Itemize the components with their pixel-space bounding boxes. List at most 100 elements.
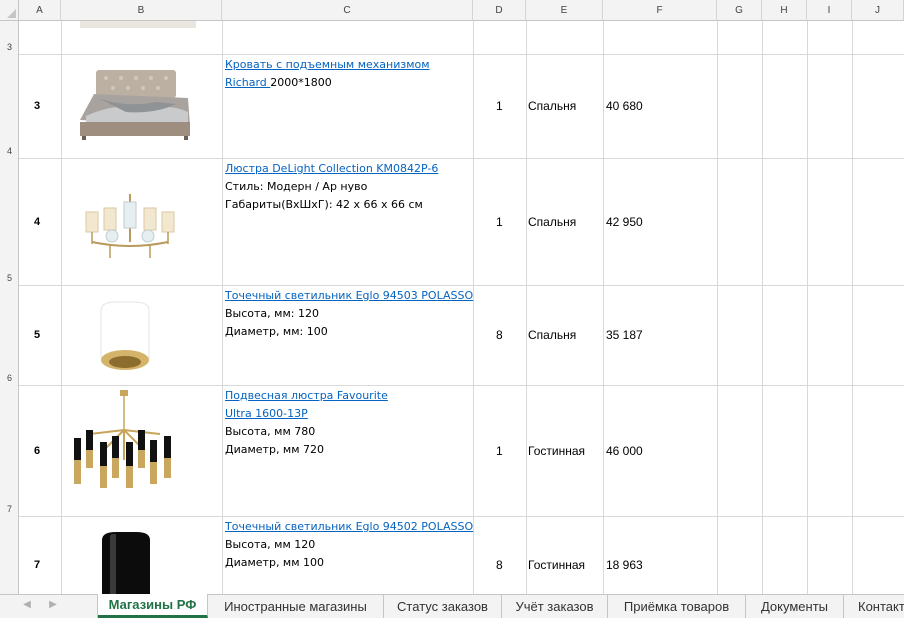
column-label: C: [343, 4, 351, 16]
column-label: D: [495, 4, 503, 16]
column-header-d[interactable]: D: [473, 0, 526, 21]
column-header-g[interactable]: G: [717, 0, 762, 21]
room-cell[interactable]: Спальня: [528, 215, 576, 229]
grid-line: [19, 285, 904, 286]
column-label: B: [137, 4, 145, 16]
tab-dokumenty[interactable]: Документы: [746, 595, 844, 618]
row-number-cell[interactable]: 5: [34, 329, 40, 341]
price-cell[interactable]: 46 000: [606, 444, 643, 458]
tab-uchet-zakazov[interactable]: Учёт заказов: [502, 595, 608, 618]
tab-label: Документы: [760, 599, 828, 614]
row-header[interactable]: 5: [0, 273, 19, 283]
product-link[interactable]: Люстра DeLight Collection KM0842P-6: [225, 162, 438, 175]
column-header-a[interactable]: A: [19, 0, 61, 21]
tab-magaziny-rf[interactable]: Магазины РФ: [98, 594, 208, 618]
grid-line: [762, 21, 763, 594]
grid-line: [222, 21, 223, 594]
tab-label: Иностранные магазины: [224, 599, 367, 614]
room-cell[interactable]: Гостинная: [528, 558, 585, 572]
product-height: Высота, мм: 120: [225, 307, 319, 320]
grid-line: [19, 158, 904, 159]
column-header-h[interactable]: H: [762, 0, 807, 21]
chandelier-image[interactable]: [82, 192, 178, 266]
scroll-tabs-left-icon[interactable]: ◀: [20, 599, 34, 610]
product-dimensions: Габариты(ВхШхГ): 42 x 66 x 66 см: [225, 198, 423, 211]
column-label: I: [827, 4, 831, 16]
product-height: Высота, мм 780: [225, 425, 316, 438]
column-label: G: [735, 4, 743, 16]
row-header[interactable]: 7: [0, 504, 19, 514]
column-label: A: [36, 4, 43, 16]
tab-overflow[interactable]: [80, 595, 98, 618]
product-link[interactable]: Точечный светильник Eglo 94502 POLASSO: [225, 520, 473, 533]
product-diameter: Диаметр, мм 100: [225, 556, 325, 569]
scroll-tabs-right-icon[interactable]: ▶: [46, 599, 60, 610]
row-number-cell[interactable]: 4: [34, 216, 40, 228]
grid-line: [807, 21, 808, 594]
column-header-i[interactable]: I: [807, 0, 852, 21]
price-cell[interactable]: 40 680: [606, 99, 643, 113]
grid-line: [61, 21, 62, 594]
product-link[interactable]: Кровать с подъемным механизмом: [225, 58, 430, 71]
row-number-cell[interactable]: 6: [34, 445, 40, 457]
tab-kontakty[interactable]: Контакты: [844, 595, 904, 618]
grid-line: [852, 21, 853, 594]
row-header[interactable]: 6: [0, 373, 19, 383]
column-header-f[interactable]: F: [603, 0, 717, 21]
row-number-cell[interactable]: 7: [34, 559, 40, 571]
price-cell[interactable]: 42 950: [606, 215, 643, 229]
column-header-b[interactable]: B: [61, 0, 222, 21]
column-header-j[interactable]: J: [852, 0, 904, 21]
product-link[interactable]: Подвесная люстра Favourite: [225, 389, 388, 402]
description-cell[interactable]: Точечный светильник Eglo 94502 POLASSO В…: [225, 518, 473, 572]
tab-label: Контакты: [858, 599, 904, 614]
tab-inostrannye-magaziny[interactable]: Иностранные магазины: [208, 595, 384, 618]
bed-image[interactable]: [76, 68, 194, 142]
column-label: F: [656, 4, 663, 16]
description-cell[interactable]: Люстра DeLight Collection KM0842P-6 Стил…: [225, 160, 438, 214]
room-cell[interactable]: Гостинная: [528, 444, 585, 458]
black-spotlight-image[interactable]: [96, 530, 156, 594]
grid-line: [526, 21, 527, 594]
quantity-cell[interactable]: 1: [496, 99, 503, 113]
product-size: 2000*1800: [270, 76, 332, 89]
description-cell[interactable]: Подвесная люстра Favourite Ultra 1600-13…: [225, 387, 388, 459]
price-cell[interactable]: 35 187: [606, 328, 643, 342]
tab-label: Статус заказов: [397, 599, 488, 614]
column-label: H: [780, 4, 788, 16]
grid-line: [717, 21, 718, 594]
product-link[interactable]: Ultra 1600-13P: [225, 407, 308, 420]
column-label: E: [560, 4, 568, 16]
tab-label: Учёт заказов: [515, 599, 594, 614]
column-header-e[interactable]: E: [526, 0, 603, 21]
product-link[interactable]: Точечный светильник Eglo 94503 POLASSO: [225, 289, 473, 302]
row-header[interactable]: 4: [0, 146, 19, 156]
description-cell[interactable]: Точечный светильник Eglo 94503 POLASSO В…: [225, 287, 473, 341]
white-spotlight-image[interactable]: [93, 300, 157, 376]
column-label: J: [875, 4, 880, 16]
product-height: Высота, мм 120: [225, 538, 316, 551]
tab-status-zakazov[interactable]: Статус заказов: [384, 595, 502, 618]
quantity-cell[interactable]: 1: [496, 444, 503, 458]
row-number-cell[interactable]: 3: [34, 100, 40, 112]
room-cell[interactable]: Спальня: [528, 328, 576, 342]
select-all-corner[interactable]: [0, 0, 19, 21]
room-cell[interactable]: Спальня: [528, 99, 576, 113]
price-cell[interactable]: 18 963: [606, 558, 643, 572]
tab-priemka-tovarov[interactable]: Приёмка товаров: [608, 595, 746, 618]
grid-line: [473, 21, 474, 594]
product-style: Стиль: Модерн / Ар нуво: [225, 180, 368, 193]
spreadsheet-grid[interactable]: A B C D E F G H I J 3 4 5 6 7 3 Кровать …: [0, 0, 904, 594]
quantity-cell[interactable]: 8: [496, 328, 503, 342]
tab-label: Приёмка товаров: [623, 599, 730, 614]
grid-line: [19, 385, 904, 386]
quantity-cell[interactable]: 1: [496, 215, 503, 229]
description-cell[interactable]: Кровать с подъемным механизмом Richard 2…: [225, 56, 430, 92]
previous-image-fragment: [80, 21, 196, 28]
product-diameter: Диаметр, мм: 100: [225, 325, 328, 338]
quantity-cell[interactable]: 8: [496, 558, 503, 572]
product-link[interactable]: Richard: [225, 76, 270, 89]
column-header-c[interactable]: C: [222, 0, 473, 21]
pendant-chandelier-image[interactable]: [70, 390, 178, 494]
row-header[interactable]: 3: [0, 42, 19, 52]
